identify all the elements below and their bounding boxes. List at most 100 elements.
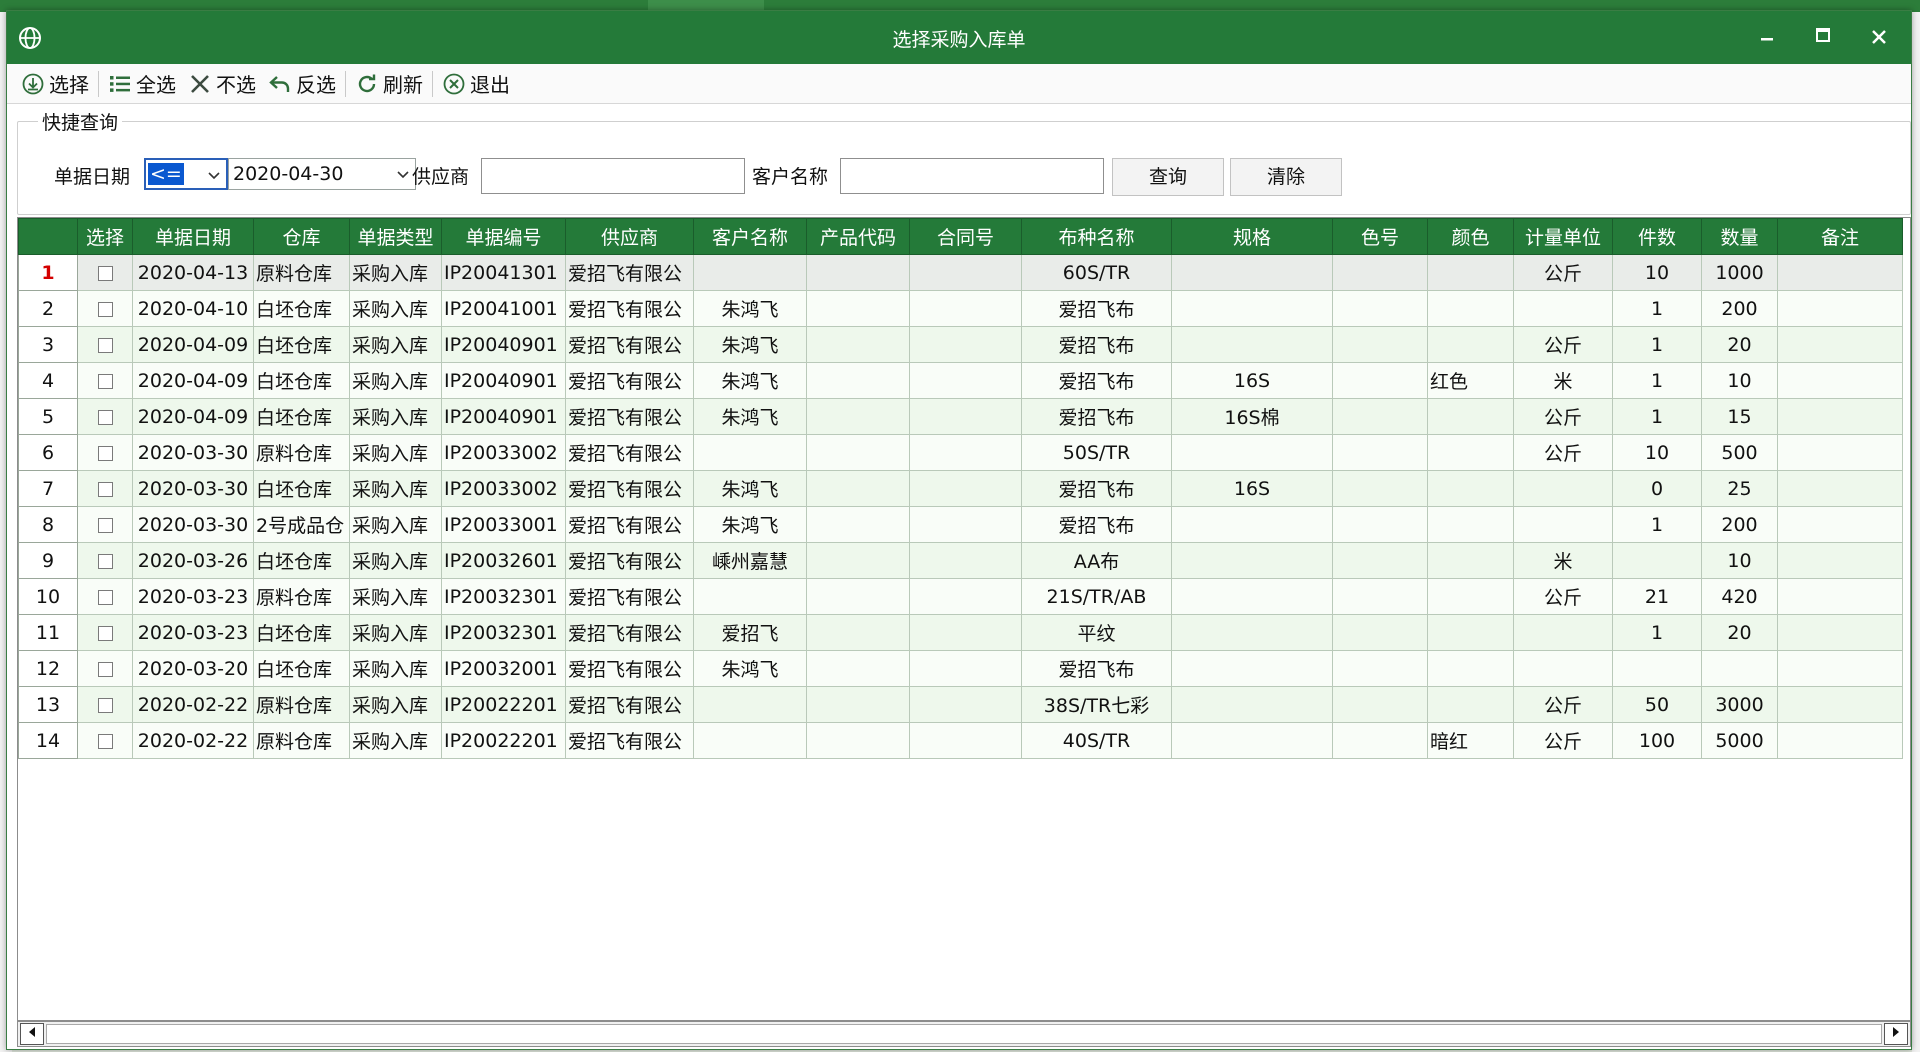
color-number-cell bbox=[1332, 686, 1428, 723]
search-button[interactable]: 查询 bbox=[1112, 158, 1224, 196]
table-row[interactable]: 12 2020-03-20 白坯仓库 采购入库 IP20032001 爱招飞有限公 朱鸿飞 爱… bbox=[18, 650, 1903, 687]
maximize-button[interactable] bbox=[1801, 19, 1845, 55]
remark-cell bbox=[1777, 578, 1903, 615]
pieces-cell: 21 bbox=[1612, 578, 1702, 615]
table-row[interactable]: 8 2020-03-30 2号成品仓 采购入库 IP20033001 爱招飞有限公 朱鸿飞 爱… bbox=[18, 506, 1903, 543]
scrollbar-thumb[interactable] bbox=[46, 1024, 1882, 1044]
contract-cell bbox=[909, 686, 1022, 723]
column-header[interactable]: 备注 bbox=[1777, 218, 1903, 255]
table-row[interactable]: 6 2020-03-30 原料仓库 采购入库 IP20033002 爱招飞有限公 50S/T… bbox=[18, 434, 1903, 471]
remark-cell bbox=[1777, 398, 1903, 435]
select-button[interactable]: 选择 bbox=[15, 68, 95, 100]
minimize-button[interactable] bbox=[1745, 19, 1789, 55]
horizontal-scrollbar[interactable] bbox=[17, 1021, 1911, 1047]
fabric-name-cell: 38S/TR七彩 bbox=[1021, 686, 1172, 723]
table-row[interactable]: 2 2020-04-10 白坯仓库 采购入库 IP20041001 爱招飞有限公 朱鸿飞 爱招… bbox=[18, 290, 1903, 327]
scroll-right-button[interactable] bbox=[1884, 1023, 1908, 1045]
row-checkbox[interactable] bbox=[97, 481, 113, 497]
column-header[interactable]: 规格 bbox=[1171, 218, 1333, 255]
select-none-button[interactable]: 不选 bbox=[182, 68, 262, 100]
column-header[interactable]: 颜色 bbox=[1427, 218, 1514, 255]
close-button[interactable] bbox=[1857, 19, 1901, 55]
clear-button[interactable]: 清除 bbox=[1230, 158, 1342, 196]
date-cell: 2020-03-23 bbox=[132, 614, 254, 651]
select-cell bbox=[77, 254, 133, 291]
fabric-name-cell: 60S/TR bbox=[1021, 254, 1172, 291]
header-row-number[interactable] bbox=[18, 218, 78, 255]
column-header[interactable]: 选择 bbox=[77, 218, 133, 255]
row-checkbox[interactable] bbox=[97, 265, 113, 281]
column-header[interactable]: 合同号 bbox=[909, 218, 1022, 255]
product-code-cell bbox=[806, 434, 910, 471]
table-row[interactable]: 4 2020-04-09 白坯仓库 采购入库 IP20040901 爱招飞有限公 朱鸿飞 爱招… bbox=[18, 362, 1903, 399]
column-header[interactable]: 布种名称 bbox=[1021, 218, 1172, 255]
supplier-input[interactable] bbox=[481, 158, 745, 194]
row-number: 8 bbox=[18, 506, 78, 543]
table-row[interactable]: 11 2020-03-23 白坯仓库 采购入库 IP20032301 爱招飞有限公 爱招飞 平… bbox=[18, 614, 1903, 651]
row-checkbox[interactable] bbox=[97, 589, 113, 605]
row-checkbox[interactable] bbox=[97, 445, 113, 461]
contract-cell bbox=[909, 290, 1022, 327]
scroll-left-button[interactable] bbox=[20, 1023, 44, 1045]
table-row[interactable]: 3 2020-04-09 白坯仓库 采购入库 IP20040901 爱招飞有限公 朱鸿飞 爱招… bbox=[18, 326, 1903, 363]
row-checkbox[interactable] bbox=[97, 301, 113, 317]
supplier-cell: 爱招飞有限公 bbox=[565, 686, 694, 723]
column-header[interactable]: 客户名称 bbox=[693, 218, 807, 255]
select-cell bbox=[77, 614, 133, 651]
row-checkbox[interactable] bbox=[97, 409, 113, 425]
invert-selection-button[interactable]: 反选 bbox=[262, 68, 342, 100]
date-cell: 2020-02-22 bbox=[132, 722, 254, 759]
remark-cell bbox=[1777, 470, 1903, 507]
row-checkbox[interactable] bbox=[97, 733, 113, 749]
date-cell: 2020-03-30 bbox=[132, 506, 254, 543]
table-row[interactable]: 5 2020-04-09 白坯仓库 采购入库 IP20040901 爱招飞有限公 朱鸿飞 爱招… bbox=[18, 398, 1903, 435]
select-all-button[interactable]: 全选 bbox=[102, 68, 182, 100]
exit-button[interactable]: 退出 bbox=[436, 68, 516, 100]
row-checkbox[interactable] bbox=[97, 553, 113, 569]
supplier-cell: 爱招飞有限公 bbox=[565, 326, 694, 363]
contract-cell bbox=[909, 542, 1022, 579]
column-header[interactable]: 仓库 bbox=[253, 218, 350, 255]
refresh-button[interactable]: 刷新 bbox=[349, 68, 429, 100]
column-header[interactable]: 产品代码 bbox=[806, 218, 910, 255]
row-checkbox[interactable] bbox=[97, 697, 113, 713]
remark-cell bbox=[1777, 326, 1903, 363]
date-picker[interactable]: 2020-04-30 bbox=[228, 158, 416, 190]
receipt-table[interactable]: 选择 单据日期 仓库 单据类型 单据编号 供应商 客户名称 产品代码 合同号 布种名称 规格 色号 颜色… bbox=[17, 217, 1911, 1021]
row-number: 10 bbox=[18, 578, 78, 615]
column-header[interactable]: 单据类型 bbox=[349, 218, 442, 255]
fabric-name-cell: 40S/TR bbox=[1021, 722, 1172, 759]
date-operator-select[interactable]: <= bbox=[144, 158, 228, 190]
fabric-name-cell: 爱招飞布 bbox=[1021, 290, 1172, 327]
doc-code-cell: IP20032301 bbox=[441, 614, 566, 651]
table-row[interactable]: 10 2020-03-23 原料仓库 采购入库 IP20032301 爱招飞有限公 21S/… bbox=[18, 578, 1903, 615]
table-row[interactable]: 13 2020-02-22 原料仓库 采购入库 IP20022201 爱招飞有限公 38S/… bbox=[18, 686, 1903, 723]
column-header[interactable]: 单据日期 bbox=[132, 218, 254, 255]
column-header[interactable]: 计量单位 bbox=[1513, 218, 1613, 255]
column-header[interactable]: 件数 bbox=[1612, 218, 1702, 255]
title-bar[interactable]: 选择采购入库单 bbox=[7, 11, 1911, 64]
date-operator-value: <= bbox=[148, 163, 184, 185]
doc-code-cell: IP20022201 bbox=[441, 686, 566, 723]
select-purchase-receipt-dialog: 选择采购入库单 选择 全选 不选 反选 刷新 退出 快捷查询 单据日期 <= 2… bbox=[6, 10, 1912, 1050]
product-code-cell bbox=[806, 542, 910, 579]
column-header[interactable]: 数量 bbox=[1701, 218, 1778, 255]
row-checkbox[interactable] bbox=[97, 517, 113, 533]
triangle-right-icon bbox=[1893, 1027, 1899, 1037]
table-row[interactable]: 9 2020-03-26 白坯仓库 采购入库 IP20032601 爱招飞有限公 嵊州嘉慧 A… bbox=[18, 542, 1903, 579]
color-number-cell bbox=[1332, 398, 1428, 435]
row-checkbox[interactable] bbox=[97, 661, 113, 677]
column-header[interactable]: 供应商 bbox=[565, 218, 694, 255]
color-number-cell bbox=[1332, 290, 1428, 327]
row-checkbox[interactable] bbox=[97, 373, 113, 389]
table-row[interactable]: 1 2020-04-13 原料仓库 采购入库 IP20041301 爱招飞有限公 60S/T… bbox=[18, 254, 1903, 291]
column-header[interactable]: 单据编号 bbox=[441, 218, 566, 255]
window-title: 选择采购入库单 bbox=[892, 29, 1026, 51]
table-row[interactable]: 14 2020-02-22 原料仓库 采购入库 IP20022201 爱招飞有限公 40S/… bbox=[18, 722, 1903, 759]
row-checkbox[interactable] bbox=[97, 625, 113, 641]
customer-input[interactable] bbox=[840, 158, 1104, 194]
toolbar-separator bbox=[98, 70, 99, 97]
table-row[interactable]: 7 2020-03-30 白坯仓库 采购入库 IP20033002 爱招飞有限公 朱鸿飞 爱招… bbox=[18, 470, 1903, 507]
column-header[interactable]: 色号 bbox=[1332, 218, 1428, 255]
row-checkbox[interactable] bbox=[97, 337, 113, 353]
